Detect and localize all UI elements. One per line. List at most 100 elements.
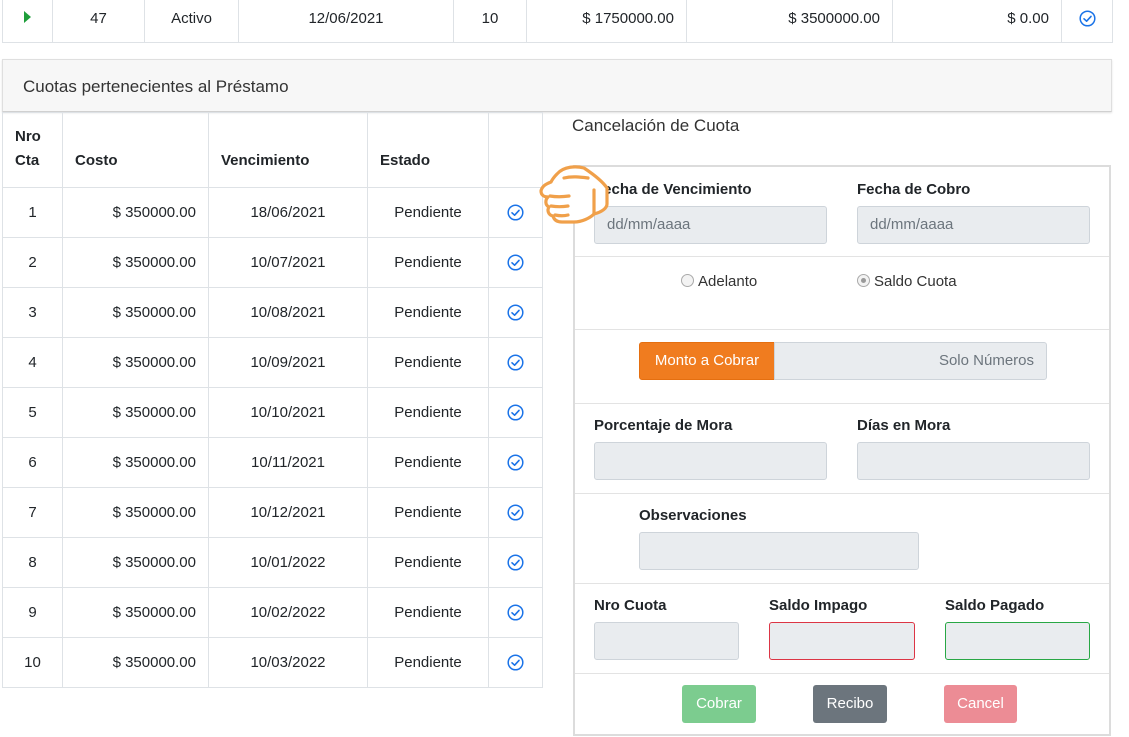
expand-cell[interactable] — [2, 0, 53, 43]
cuota-nro: 9 — [2, 587, 63, 638]
check-circle-icon[interactable] — [507, 404, 524, 421]
table-row[interactable]: 7 $ 350000.00 10/12/2021 Pendiente — [2, 487, 543, 538]
cuota-costo: $ 350000.00 — [62, 337, 209, 388]
loan-select-cell[interactable] — [1061, 0, 1113, 43]
dias-mora-label: Días en Mora — [857, 417, 951, 434]
saldo-pagado-input[interactable] — [945, 622, 1090, 660]
table-row[interactable]: 10 $ 350000.00 10/03/2022 Pendiente — [2, 637, 543, 688]
cuota-nro: 6 — [2, 437, 63, 488]
cuota-vencimiento: 18/06/2021 — [208, 187, 368, 238]
cuota-nro: 3 — [2, 287, 63, 338]
table-row[interactable]: 4 $ 350000.00 10/09/2021 Pendiente — [2, 337, 543, 388]
cuota-vencimiento: 10/01/2022 — [208, 537, 368, 588]
radio-saldo-label: Saldo Cuota — [874, 273, 957, 290]
loan-row[interactable]: 47 Activo 12/06/2021 10 $ 1750000.00 $ 3… — [2, 0, 1113, 43]
radio-saldo-cuota[interactable]: Saldo Cuota — [857, 273, 957, 290]
cuota-vencimiento: 10/03/2022 — [208, 637, 368, 688]
loan-status: Activo — [144, 0, 239, 43]
monto-input[interactable]: Solo Números — [774, 342, 1047, 380]
cuota-vencimiento: 10/07/2021 — [208, 237, 368, 288]
saldos-section: Nro Cuota Saldo Impago Saldo Pagado — [575, 584, 1109, 674]
cobrar-button[interactable]: Cobrar — [682, 685, 756, 723]
cuota-nro: 8 — [2, 537, 63, 588]
porcentaje-mora-input[interactable] — [594, 442, 827, 480]
cuota-select-cell[interactable] — [488, 287, 543, 338]
radio-adelanto[interactable]: Adelanto — [681, 273, 757, 290]
fechas-section: Fecha de Vencimiento dd/mm/aaaa Fecha de… — [575, 167, 1109, 257]
check-circle-icon[interactable] — [1078, 10, 1096, 27]
check-circle-icon[interactable] — [507, 654, 524, 671]
cuota-nro: 2 — [2, 237, 63, 288]
loan-total: $ 3500000.00 — [686, 0, 893, 43]
table-row[interactable]: 3 $ 350000.00 10/08/2021 Pendiente — [2, 287, 543, 338]
check-circle-icon[interactable] — [507, 454, 524, 471]
cuota-nro: 5 — [2, 387, 63, 438]
table-row[interactable]: 8 $ 350000.00 10/01/2022 Pendiente — [2, 537, 543, 588]
cuota-vencimiento: 10/12/2021 — [208, 487, 368, 538]
col-header-estado: Estado — [367, 112, 489, 188]
table-row[interactable]: 2 $ 350000.00 10/07/2021 Pendiente — [2, 237, 543, 288]
nro-cuota-label: Nro Cuota — [594, 597, 667, 614]
tipo-cobro-section: Adelanto Saldo Cuota — [575, 257, 1109, 330]
cuotas-table: Nro Cta Costo Vencimiento Estado 1 $ 3500… — [2, 112, 543, 688]
nro-cuota-input[interactable] — [594, 622, 739, 660]
loan-balance: $ 0.00 — [892, 0, 1062, 43]
cancelacion-form: Fecha de Vencimiento dd/mm/aaaa Fecha de… — [573, 165, 1111, 736]
dias-mora-input[interactable] — [857, 442, 1090, 480]
loan-installments: 10 — [453, 0, 527, 43]
table-row[interactable]: 6 $ 350000.00 10/11/2021 Pendiente — [2, 437, 543, 488]
monto-section: Monto a Cobrar Solo Números — [575, 330, 1109, 404]
table-row[interactable]: 5 $ 350000.00 10/10/2021 Pendiente — [2, 387, 543, 438]
cuota-select-cell[interactable] — [488, 437, 543, 488]
radio-saldo-dot[interactable] — [857, 274, 870, 287]
fecha-vencimiento-input[interactable]: dd/mm/aaaa — [594, 206, 827, 244]
check-circle-icon[interactable] — [507, 254, 524, 271]
saldo-pagado-label: Saldo Pagado — [945, 597, 1045, 614]
check-circle-icon[interactable] — [507, 204, 524, 221]
check-circle-icon[interactable] — [507, 304, 524, 321]
cuota-estado: Pendiente — [367, 537, 489, 588]
cuota-select-cell[interactable] — [488, 537, 543, 588]
check-circle-icon[interactable] — [507, 604, 524, 621]
check-circle-icon[interactable] — [507, 354, 524, 371]
cuota-vencimiento: 10/09/2021 — [208, 337, 368, 388]
cuota-vencimiento: 10/02/2022 — [208, 587, 368, 638]
cuota-costo: $ 350000.00 — [62, 587, 209, 638]
cuota-select-cell[interactable] — [488, 387, 543, 438]
cuota-estado: Pendiente — [367, 487, 489, 538]
cuota-select-cell[interactable] — [488, 237, 543, 288]
check-circle-icon[interactable] — [507, 504, 524, 521]
cuota-estado: Pendiente — [367, 237, 489, 288]
saldo-impago-input[interactable] — [769, 622, 915, 660]
recibo-button[interactable]: Recibo — [813, 685, 887, 723]
cuota-nro: 1 — [2, 187, 63, 238]
cuota-costo: $ 350000.00 — [62, 387, 209, 438]
cuota-vencimiento: 10/08/2021 — [208, 287, 368, 338]
cuota-costo: $ 350000.00 — [62, 287, 209, 338]
cuota-select-cell[interactable] — [488, 587, 543, 638]
cuota-costo: $ 350000.00 — [62, 637, 209, 688]
radio-adelanto-dot[interactable] — [681, 274, 694, 287]
saldo-impago-label: Saldo Impago — [769, 597, 868, 614]
col-header-costo: Costo — [62, 112, 209, 188]
cuota-estado: Pendiente — [367, 637, 489, 688]
cuotas-table-container: Nro Cta Costo Vencimiento Estado 1 $ 3500… — [2, 112, 543, 688]
cuota-select-cell[interactable] — [488, 637, 543, 688]
table-row[interactable]: 1 $ 350000.00 18/06/2021 Pendiente — [2, 187, 543, 238]
table-row[interactable]: 9 $ 350000.00 10/02/2022 Pendiente — [2, 587, 543, 638]
col-header-vencimiento: Vencimiento — [208, 112, 368, 188]
monto-a-cobrar-addon: Monto a Cobrar — [639, 342, 775, 380]
cuota-select-cell[interactable] — [488, 337, 543, 388]
cuota-select-cell[interactable] — [488, 487, 543, 538]
check-circle-icon[interactable] — [507, 554, 524, 571]
radio-adelanto-label: Adelanto — [698, 273, 758, 290]
expand-play-icon[interactable] — [24, 11, 31, 23]
col-header-nro: Nro Cta — [2, 112, 63, 188]
cancel-button[interactable]: Cancel — [944, 685, 1017, 723]
observaciones-input[interactable] — [639, 532, 919, 570]
cuota-estado: Pendiente — [367, 387, 489, 438]
fecha-cobro-input[interactable]: dd/mm/aaaa — [857, 206, 1090, 244]
loan-date: 12/06/2021 — [238, 0, 454, 43]
cuota-estado: Pendiente — [367, 187, 489, 238]
cuota-costo: $ 350000.00 — [62, 187, 209, 238]
